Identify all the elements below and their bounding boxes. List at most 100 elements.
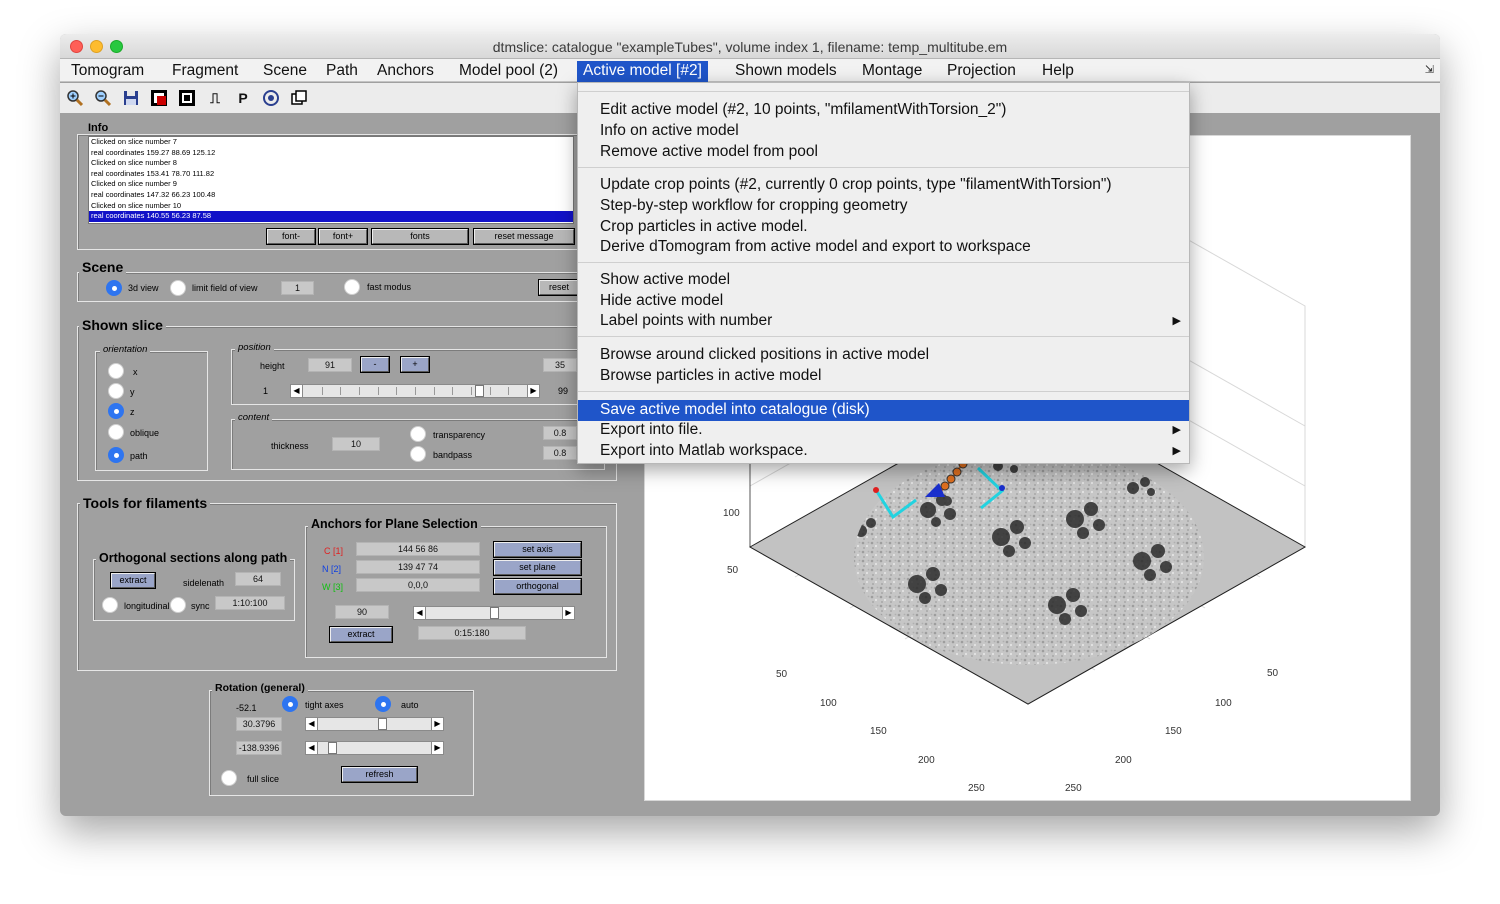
full-slice-radio[interactable] [221,770,237,786]
angle-thumb[interactable] [489,607,499,619]
menu-item-show-active-model[interactable]: Show active model [578,270,1189,291]
elevation-slider[interactable]: ◀ ▶ [305,717,444,731]
thickness-input[interactable]: 10 [332,437,380,451]
slider-right-arrow[interactable]: ▶ [527,385,539,397]
reset-button[interactable]: reset [539,280,579,295]
thickness-label: thickness [271,441,309,451]
reset-message-button[interactable]: reset message [474,229,574,244]
orientation-oblique-radio[interactable] [108,424,124,440]
3d-view-radio[interactable] [106,280,122,296]
fast-modus-radio[interactable] [344,279,360,295]
height-plus-button[interactable]: + [401,357,429,372]
orientation-y-radio[interactable] [108,383,124,399]
menu-item-save-to-catalogue[interactable]: Save active model into catalogue (disk) [578,400,1189,421]
font-plus-button[interactable]: font+ [319,229,367,244]
menu-fragment[interactable]: Fragment [166,61,244,82]
tight-axes-radio[interactable] [282,696,298,712]
menu-item-browse-particles[interactable]: Browse particles in active model [578,366,1189,387]
menu-item-update-crop-points[interactable]: Update crop points (#2, currently 0 crop… [578,175,1189,196]
bandpass-radio[interactable] [410,446,426,462]
menu-item-derive-dtomogram[interactable]: Derive dTomogram from active model and e… [578,237,1189,258]
angle-input[interactable]: 90 [335,605,389,619]
orientation-path-radio[interactable] [108,447,124,463]
transparency-radio[interactable] [410,426,426,442]
menu-anchors[interactable]: Anchors [371,61,440,82]
slider-thumb[interactable] [475,385,484,397]
ortho-extract-button[interactable]: extract [111,573,155,588]
menu-active-model[interactable]: Active model [#2] [577,61,708,82]
elevation-input[interactable]: 30.3796 [236,717,282,731]
anchor-n-value[interactable]: 139 47 74 [356,560,480,574]
height-input[interactable]: 91 [308,358,352,372]
azimuth-left-arrow[interactable]: ◀ [306,742,318,754]
slider-left-arrow[interactable]: ◀ [291,385,303,397]
azimuth-slider[interactable]: ◀ ▶ [305,741,444,755]
menu-scene[interactable]: Scene [257,61,313,82]
fonts-button[interactable]: fonts [372,229,468,244]
menu-item-info-active-model[interactable]: Info on active model [578,121,1189,142]
menu-item-hide-active-model[interactable]: Hide active model [578,291,1189,312]
rotate-3d-icon[interactable] [261,88,281,108]
window-copy-icon[interactable] [289,88,309,108]
sync-radio[interactable] [170,597,186,613]
zoom-in-icon[interactable] [65,88,85,108]
elevation-right-arrow[interactable]: ▶ [431,718,443,730]
menu-model-pool[interactable]: Model pool (2) [453,61,564,82]
orientation-z-radio[interactable] [108,403,124,419]
position-slider[interactable]: ◀ ▶ [290,384,540,398]
angle-left-arrow[interactable]: ◀ [414,607,426,619]
dark-contrast-icon[interactable] [149,88,169,108]
menu-item-label-points[interactable]: Label points with number ▶ [578,311,1189,332]
bandpass-input[interactable]: 0.8 [543,446,577,460]
p-icon[interactable]: P [233,88,253,108]
anchor-c-value[interactable]: 144 56 86 [356,542,480,556]
menu-item-remove-active-model[interactable]: Remove active model from pool [578,142,1189,163]
menu-montage[interactable]: Montage [856,61,928,82]
menu-item-browse-clicked-positions[interactable]: Browse around clicked positions in activ… [578,345,1189,366]
limit-fov-radio[interactable] [170,280,186,296]
azimuth-input[interactable]: -138.9396 [236,741,282,755]
anchors-range-input[interactable]: 0:15:180 [418,626,526,640]
sidelength-label: sidelenath [183,578,225,588]
anchor-c-label: C [1] [324,546,344,556]
menu-shown-models[interactable]: Shown models [729,61,843,82]
azimuth-right-arrow[interactable]: ▶ [431,742,443,754]
refresh-button[interactable]: refresh [342,767,417,782]
orientation-x-radio[interactable] [108,363,124,379]
menu-item-export-matlab[interactable]: Export into Matlab workspace. ▶ [578,441,1189,462]
zoom-out-icon[interactable] [93,88,113,108]
3d-view-label: 3d view [128,283,159,293]
message-log[interactable]: Clicked on slice number 7 real coordinat… [88,136,574,224]
font-minus-button[interactable]: font- [267,229,315,244]
sidelength-input[interactable]: 64 [235,572,281,586]
ortho-range-input[interactable]: 1:10:100 [215,596,285,610]
anchors-extract-button[interactable]: extract [330,627,392,642]
orthogonal-button[interactable]: orthogonal [494,579,581,594]
height-minus-button[interactable]: - [361,357,389,372]
menu-tomogram[interactable]: Tomogram [65,61,150,82]
menu-separator [578,91,1189,92]
elevation-thumb[interactable] [378,718,388,730]
menu-item-crop-particles[interactable]: Crop particles in active model. [578,217,1189,238]
menu-item-export-file[interactable]: Export into file. ▶ [578,420,1189,441]
undock-icon[interactable]: ⇲ [1425,63,1434,76]
menu-item-crop-workflow[interactable]: Step-by-step workflow for cropping geome… [578,196,1189,217]
anchor-w-value[interactable]: 0,0,0 [356,578,480,592]
contrast-icon[interactable] [177,88,197,108]
fov-input[interactable]: 1 [281,281,314,295]
angle-slider[interactable]: ◀ ▶ [413,606,575,620]
save-icon[interactable] [121,88,141,108]
menu-item-edit-active-model[interactable]: Edit active model (#2, 10 points, "mfila… [578,100,1189,121]
azimuth-thumb[interactable] [328,742,338,754]
angle-right-arrow[interactable]: ▶ [562,607,574,619]
longitudinal-radio[interactable] [102,597,118,613]
transparency-input[interactable]: 0.8 [543,426,577,440]
auto-radio[interactable] [375,696,391,712]
elevation-left-arrow[interactable]: ◀ [306,718,318,730]
set-plane-button[interactable]: set plane [494,560,581,575]
menu-path[interactable]: Path [320,61,364,82]
menu-help[interactable]: Help [1036,61,1080,82]
set-axis-button[interactable]: set axis [494,542,581,557]
menu-projection[interactable]: Projection [941,61,1022,82]
pulse-icon[interactable]: ⎍ [205,88,225,108]
